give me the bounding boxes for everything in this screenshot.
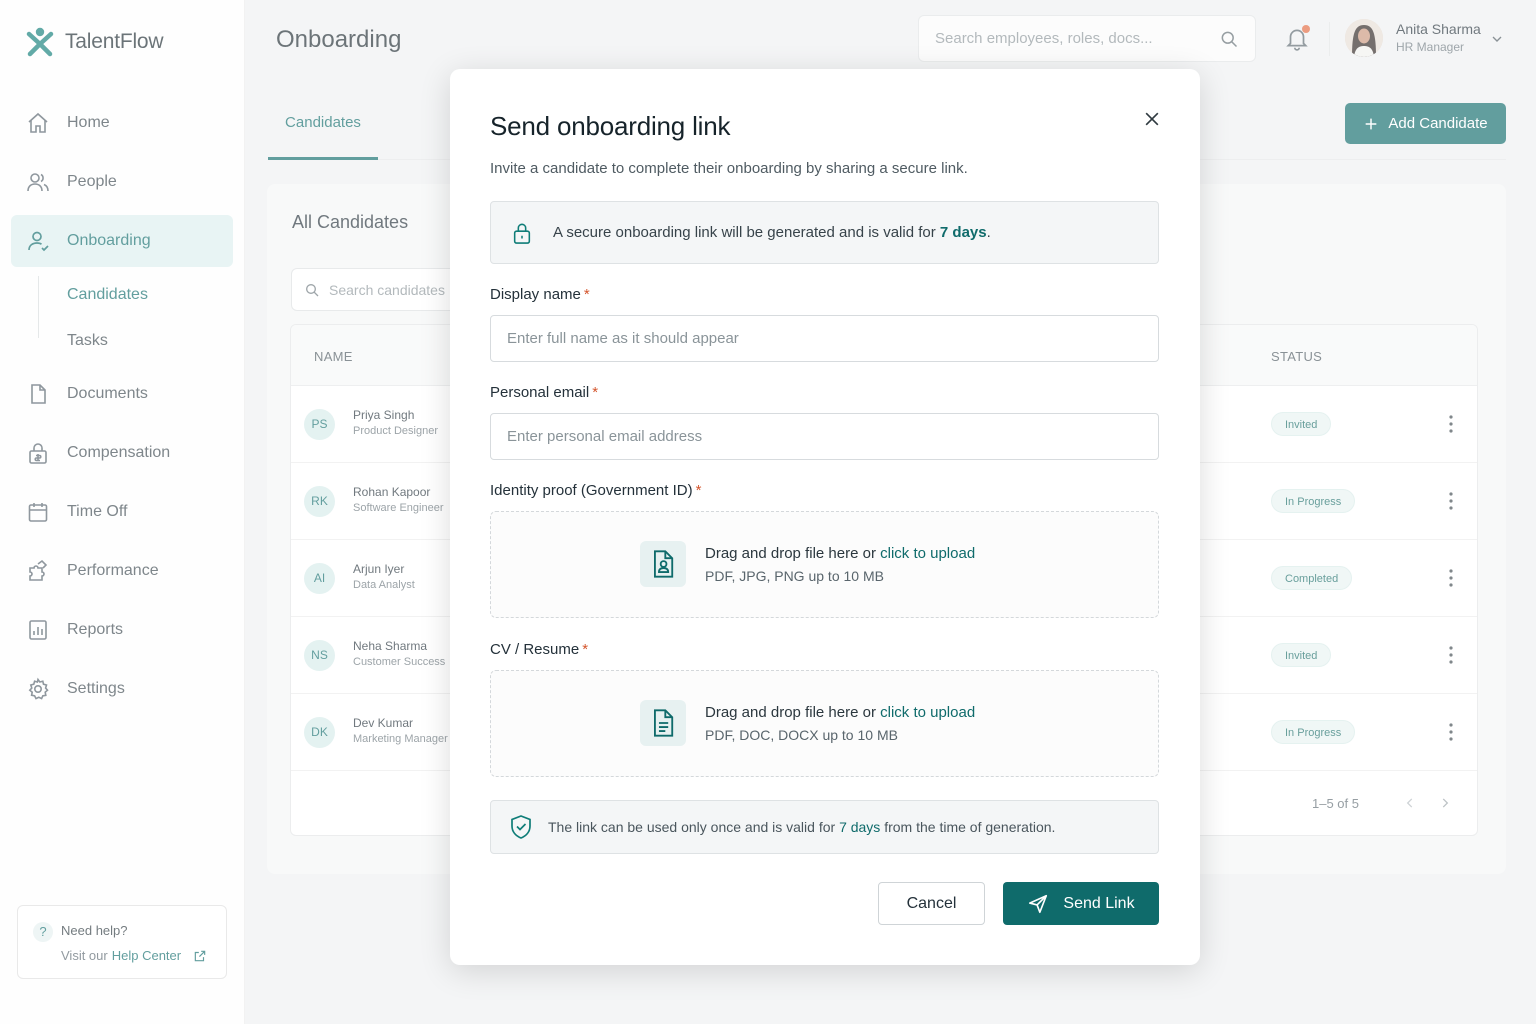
id-document-icon	[640, 541, 686, 587]
note-text: The link can be used only once and is va…	[548, 819, 1056, 835]
send-icon	[1029, 894, 1048, 913]
send-link-modal: Send onboarding link Invite a candidate …	[450, 69, 1200, 965]
click-to-upload-link[interactable]: click to upload	[880, 545, 975, 562]
cv-label: CV / Resume *	[490, 641, 589, 658]
click-to-upload-link[interactable]: click to upload	[880, 704, 975, 721]
send-link-button[interactable]: Send Link	[1003, 882, 1159, 925]
send-link-label: Send Link	[1063, 894, 1135, 912]
email-field[interactable]	[490, 413, 1159, 460]
note-highlight: 7 days	[839, 819, 881, 835]
info-text: A secure onboarding link will be generat…	[553, 224, 991, 241]
info-highlight: 7 days	[939, 224, 987, 241]
modal-subtitle: Invite a candidate to complete their onb…	[490, 160, 968, 177]
id-proof-dropzone[interactable]: Drag and drop file here or click to uplo…	[490, 511, 1159, 618]
close-icon[interactable]	[1142, 109, 1162, 129]
dropzone-hint: PDF, DOC, DOCX up to 10 MB	[705, 727, 898, 743]
id-proof-label: Identity proof (Government ID) *	[490, 482, 702, 499]
dropzone-hint: PDF, JPG, PNG up to 10 MB	[705, 568, 884, 584]
shield-check-icon	[511, 815, 531, 839]
display-name-input[interactable]	[490, 315, 1159, 362]
file-text-icon	[640, 700, 686, 746]
display-name-label: Display name *	[490, 286, 590, 303]
info-banner: A secure onboarding link will be generat…	[490, 201, 1159, 264]
email-label: Personal email *	[490, 384, 599, 401]
security-note: The link can be used only once and is va…	[490, 800, 1159, 854]
cancel-button[interactable]: Cancel	[878, 882, 985, 925]
modal-title: Send onboarding link	[490, 111, 731, 141]
dropzone-text: Drag and drop file here or click to uplo…	[705, 545, 976, 562]
cv-dropzone[interactable]: Drag and drop file here or click to uplo…	[490, 670, 1159, 777]
lock-icon	[513, 223, 531, 244]
dropzone-text: Drag and drop file here or click to uplo…	[705, 704, 976, 721]
